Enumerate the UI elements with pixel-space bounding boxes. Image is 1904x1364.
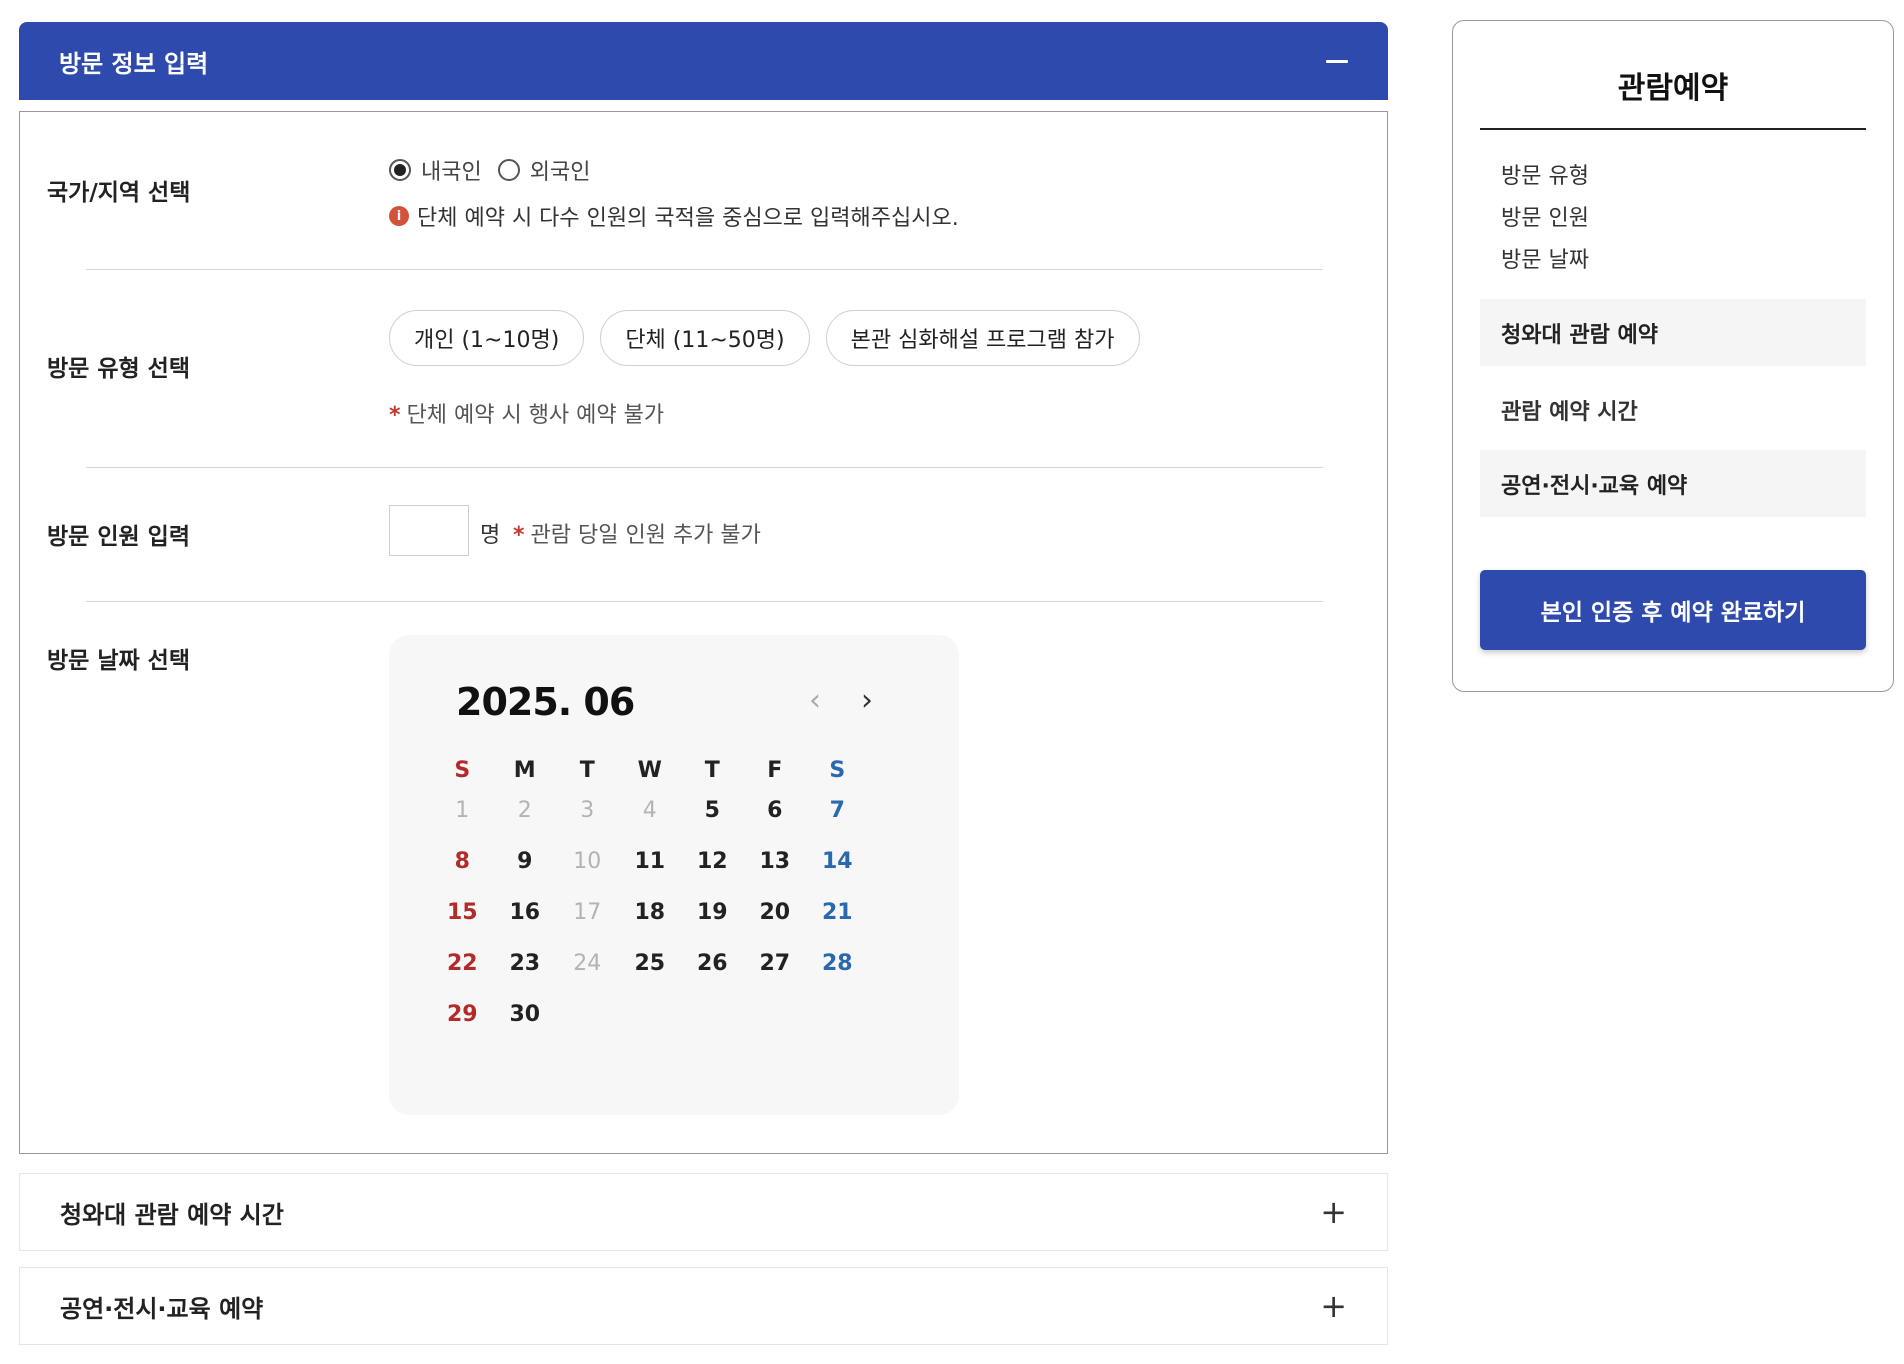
- calendar-day[interactable]: 6: [744, 785, 807, 836]
- calendar-day[interactable]: 18: [619, 887, 682, 938]
- radio-checked-icon: [389, 159, 411, 181]
- visit-type-note: * 단체 예약 시 행사 예약 불가: [389, 397, 664, 429]
- calendar-day: 3: [580, 798, 595, 823]
- radio-domestic-label: 내국인: [421, 160, 482, 185]
- visitor-count-input[interactable]: [389, 505, 469, 556]
- visitors-label: 방문 인원 입력: [47, 524, 190, 550]
- date-label: 방문 날짜 선택: [47, 648, 190, 674]
- required-star: *: [513, 523, 525, 548]
- expand-plus-icon[interactable]: +: [1320, 1196, 1347, 1228]
- visit-info-title: 방문 정보 입력: [59, 49, 209, 78]
- radio-foreign-label: 외국인: [529, 160, 591, 185]
- performance-section[interactable]: 공연·전시·교육 예약 +: [19, 1267, 1388, 1345]
- nationality-label: 국가/지역 선택: [47, 180, 191, 206]
- calendar-day[interactable]: 20: [744, 887, 807, 938]
- reservation-time-section[interactable]: 청와대 관람 예약 시간 +: [19, 1173, 1388, 1251]
- expand-plus-icon[interactable]: +: [1320, 1290, 1347, 1322]
- weekday-header: S: [829, 757, 846, 783]
- calendar-day: 4: [642, 798, 657, 823]
- calendar-day[interactable]: 25: [619, 938, 682, 989]
- calendar-grid: S M T W T F S 1 2 3 4 5 6 7 8 9 10 11 12 13 14 15 16 17 18 19 20 21…: [431, 755, 869, 1040]
- required-star: *: [389, 403, 401, 428]
- visit-type-label: 방문 유형 선택: [47, 356, 190, 382]
- radio-foreign[interactable]: 외국인: [497, 154, 591, 186]
- chevron-right-icon[interactable]: ›: [861, 683, 873, 718]
- calendar-day[interactable]: 12: [681, 836, 744, 887]
- calendar-day[interactable]: 21: [806, 887, 869, 938]
- calendar-day[interactable]: 7: [806, 785, 869, 836]
- visitor-unit: 명: [480, 523, 501, 548]
- calendar-day[interactable]: 23: [494, 938, 557, 989]
- calendar-empty-cell: [556, 989, 619, 1040]
- nationality-radio-group: 내국인 외국인: [389, 154, 590, 186]
- calendar-day: 10: [573, 849, 602, 874]
- divider: [86, 269, 1323, 270]
- calendar-day[interactable]: 16: [494, 887, 557, 938]
- calendar-day[interactable]: 26: [681, 938, 744, 989]
- calendar-day[interactable]: 22: [431, 938, 494, 989]
- calendar-day[interactable]: 15: [431, 887, 494, 938]
- calendar-day[interactable]: 29: [431, 989, 494, 1040]
- visit-info-section: 방문 정보 입력 국가/지역 선택 내국인 외국인 i 단체 예약 시 다수 인…: [19, 22, 1388, 1154]
- weekday-header: T: [579, 757, 595, 783]
- step-cheongwadae-reservation[interactable]: 청와대 관람 예약: [1480, 299, 1866, 366]
- collapse-minus-icon[interactable]: [1326, 59, 1348, 63]
- weekday-header: F: [767, 757, 783, 783]
- visit-type-program-button[interactable]: 본관 심화해설 프로그램 참가: [825, 310, 1140, 366]
- step-performance-reservation[interactable]: 공연·전시·교육 예약: [1480, 450, 1866, 517]
- calendar-day[interactable]: 30: [494, 989, 557, 1040]
- calendar-empty-cell: [681, 989, 744, 1040]
- radio-unchecked-icon: [497, 159, 520, 181]
- chevron-left-icon[interactable]: ‹: [809, 683, 821, 718]
- calendar-day[interactable]: 13: [744, 836, 807, 887]
- info-icon: i: [389, 206, 409, 226]
- visit-type-group-button[interactable]: 단체 (11~50명): [600, 310, 810, 366]
- calendar-empty-cell: [744, 989, 807, 1040]
- calendar-day[interactable]: 28: [806, 938, 869, 989]
- weekday-header: M: [513, 757, 536, 783]
- calendar-empty-cell: [806, 989, 869, 1040]
- complete-reservation-button[interactable]: 본인 인증 후 예약 완료하기: [1480, 570, 1866, 650]
- visit-info-body: 국가/지역 선택 내국인 외국인 i 단체 예약 시 다수 인원의 국적을 중심…: [19, 111, 1388, 1154]
- calendar-day[interactable]: 5: [681, 785, 744, 836]
- nationality-notice-text: 단체 예약 시 다수 인원의 국적을 중심으로 입력해주십시오.: [417, 206, 959, 231]
- calendar-day: 2: [517, 798, 532, 823]
- calendar-day[interactable]: 11: [619, 836, 682, 887]
- summary-visitors: 방문 인원: [1501, 206, 1589, 231]
- calendar-day[interactable]: 9: [494, 836, 557, 887]
- weekday-header: T: [704, 757, 720, 783]
- divider: [86, 601, 1323, 602]
- calendar-day: 24: [573, 951, 602, 976]
- step-reservation-time[interactable]: 관람 예약 시간: [1501, 394, 1638, 426]
- weekday-header: W: [637, 757, 662, 783]
- visit-type-individual-button[interactable]: 개인 (1~10명): [389, 310, 585, 366]
- calendar-day[interactable]: 8: [431, 836, 494, 887]
- sidebar-divider: [1480, 128, 1866, 130]
- calendar-empty-cell: [619, 989, 682, 1040]
- visit-type-note-text: 단체 예약 시 행사 예약 불가: [406, 403, 665, 428]
- calendar-month-title: 2025. 06: [456, 680, 635, 724]
- summary-date: 방문 날짜: [1501, 248, 1589, 273]
- visit-info-header[interactable]: 방문 정보 입력: [19, 22, 1388, 100]
- divider: [86, 467, 1323, 468]
- visit-type-options: 개인 (1~10명) 단체 (11~50명) 본관 심화해설 프로그램 참가: [389, 310, 1140, 366]
- calendar-day: 17: [573, 900, 602, 925]
- calendar-day[interactable]: 27: [744, 938, 807, 989]
- calendar-day[interactable]: 19: [681, 887, 744, 938]
- radio-domestic[interactable]: 내국인: [389, 154, 482, 186]
- visitors-note: * 관람 당일 인원 추가 불가: [513, 517, 761, 549]
- weekday-header: S: [454, 757, 471, 783]
- summary-visit-type: 방문 유형: [1501, 164, 1589, 189]
- reservation-time-title: 청와대 관람 예약 시간: [60, 1200, 284, 1229]
- calendar-day[interactable]: 14: [806, 836, 869, 887]
- nationality-notice: i 단체 예약 시 다수 인원의 국적을 중심으로 입력해주십시오.: [389, 200, 959, 232]
- sidebar-title: 관람예약: [1617, 71, 1729, 106]
- calendar-day: 1: [455, 798, 470, 823]
- reservation-sidebar: 관람예약 방문 유형 방문 인원 방문 날짜 청와대 관람 예약 관람 예약 시…: [1452, 20, 1894, 692]
- performance-title: 공연·전시·교육 예약: [60, 1294, 264, 1323]
- calendar: 2025. 06 ‹ › S M T W T F S 1 2 3 4 5 6 7 8 9 10 11 12 13 14 1…: [389, 635, 959, 1115]
- visitors-note-text: 관람 당일 인원 추가 불가: [530, 523, 761, 548]
